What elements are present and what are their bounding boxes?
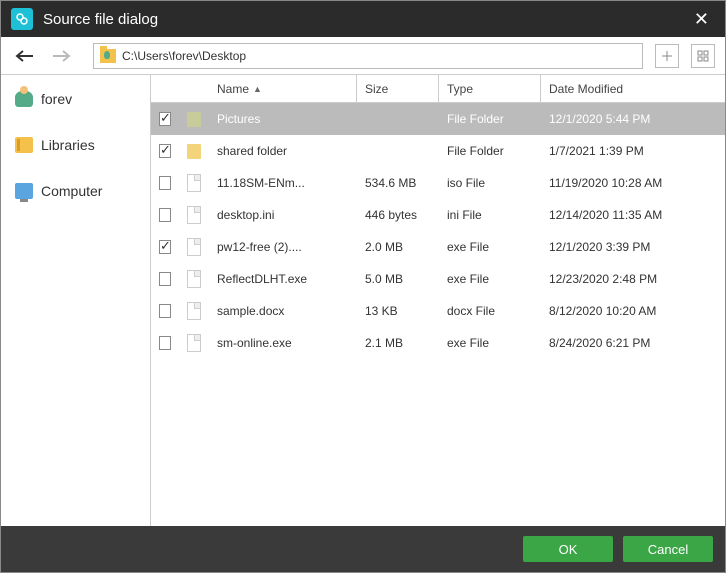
user-icon [15,91,33,107]
row-checkbox[interactable] [159,272,171,286]
dialog-title: Source file dialog [43,11,688,28]
folder-icon [187,112,201,127]
file-name: shared folder [209,144,357,158]
file-date: 12/1/2020 3:39 PM [541,240,725,254]
file-row[interactable]: shared folder File Folder1/7/2021 1:39 PM [151,135,725,167]
file-name: sm-online.exe [209,336,357,350]
file-type: exe File [439,272,541,286]
row-checkbox[interactable] [159,304,171,318]
file-date: 12/23/2020 2:48 PM [541,272,725,286]
file-row[interactable]: Pictures File Folder12/1/2020 5:44 PM [151,103,725,135]
file-type: exe File [439,336,541,350]
path-text: C:\Users\forev\Desktop [122,49,246,63]
link-icon [15,12,29,26]
navigation-bar: C:\Users\forev\Desktop [1,37,725,75]
grid-icon [697,50,709,62]
close-button[interactable]: ✕ [688,9,715,30]
view-mode-button[interactable] [691,44,715,68]
file-type: File Folder [439,112,541,126]
source-file-dialog: Source file dialog ✕ C:\Users\forev\Desk… [0,0,726,573]
file-name: ReflectDLHT.exe [209,272,357,286]
file-date: 12/1/2020 5:44 PM [541,112,725,126]
file-icon [187,174,201,192]
column-icon [179,75,209,102]
file-name: pw12-free (2).... [209,240,357,254]
sidebar-item-label: Computer [41,183,102,199]
cancel-button[interactable]: Cancel [623,536,713,562]
file-type: ini File [439,208,541,222]
file-type: File Folder [439,144,541,158]
file-area: Name ▲ Size Type Date Modified Pictures F… [151,75,725,526]
file-row[interactable]: sm-online.exe2.1 MBexe File8/24/2020 6:2… [151,327,725,359]
row-checkbox[interactable] [159,336,171,350]
row-checkbox[interactable] [159,208,171,222]
body-area: forev Libraries Computer Name ▲ Size [1,75,725,526]
file-date: 1/7/2021 1:39 PM [541,144,725,158]
sidebar-item-user[interactable]: forev [1,85,150,113]
file-row[interactable]: 11.18SM-ENm...534.6 MBiso File11/19/2020… [151,167,725,199]
sidebar-item-label: Libraries [41,137,95,153]
sidebar-item-computer[interactable]: Computer [1,177,150,205]
column-size[interactable]: Size [357,75,439,102]
file-size: 446 bytes [357,208,439,222]
sidebar-item-libraries[interactable]: Libraries [1,131,150,159]
file-name: desktop.ini [209,208,357,222]
file-icon [187,238,201,256]
ok-button[interactable]: OK [523,536,613,562]
file-row[interactable]: ReflectDLHT.exe5.0 MBexe File12/23/2020 … [151,263,725,295]
titlebar: Source file dialog ✕ [1,1,725,37]
file-type: exe File [439,240,541,254]
file-type: iso File [439,176,541,190]
file-size: 534.6 MB [357,176,439,190]
column-name[interactable]: Name ▲ [209,75,357,102]
file-row[interactable]: desktop.ini446 bytesini File12/14/2020 1… [151,199,725,231]
sidebar-item-label: forev [41,91,72,107]
file-row[interactable]: pw12-free (2)....2.0 MBexe File12/1/2020… [151,231,725,263]
row-checkbox[interactable] [159,176,171,190]
file-icon [187,302,201,320]
file-name: sample.docx [209,304,357,318]
column-check [151,75,179,102]
file-icon [187,206,201,224]
file-date: 8/24/2020 6:21 PM [541,336,725,350]
path-input[interactable]: C:\Users\forev\Desktop [93,43,643,69]
arrow-left-icon [15,49,35,63]
forward-button[interactable] [47,45,75,67]
file-size: 13 KB [357,304,439,318]
app-icon [11,8,33,30]
sidebar: forev Libraries Computer [1,75,151,526]
row-checkbox[interactable] [159,240,171,254]
file-date: 11/19/2020 10:28 AM [541,176,725,190]
file-type: docx File [439,304,541,318]
folder-user-icon [100,49,116,63]
new-folder-button[interactable] [655,44,679,68]
footer: OK Cancel [1,526,725,572]
file-list-header: Name ▲ Size Type Date Modified [151,75,725,103]
column-date[interactable]: Date Modified [541,75,725,102]
plus-icon [661,50,673,62]
file-icon [187,270,201,288]
file-size: 2.1 MB [357,336,439,350]
file-name: Pictures [209,112,357,126]
file-size: 5.0 MB [357,272,439,286]
sort-asc-icon: ▲ [253,84,262,94]
file-date: 8/12/2020 10:20 AM [541,304,725,318]
file-row[interactable]: sample.docx13 KBdocx File8/12/2020 10:20… [151,295,725,327]
file-size: 2.0 MB [357,240,439,254]
row-checkbox[interactable] [159,144,171,158]
file-name: 11.18SM-ENm... [209,176,357,190]
column-type[interactable]: Type [439,75,541,102]
arrow-right-icon [51,49,71,63]
libraries-icon [15,137,33,153]
back-button[interactable] [11,45,39,67]
file-icon [187,334,201,352]
row-checkbox[interactable] [159,112,171,126]
file-rows[interactable]: PicturesFile Folder12/1/2020 5:44 PMshar… [151,103,725,526]
computer-icon [15,183,33,199]
folder-icon [187,144,201,159]
file-date: 12/14/2020 11:35 AM [541,208,725,222]
